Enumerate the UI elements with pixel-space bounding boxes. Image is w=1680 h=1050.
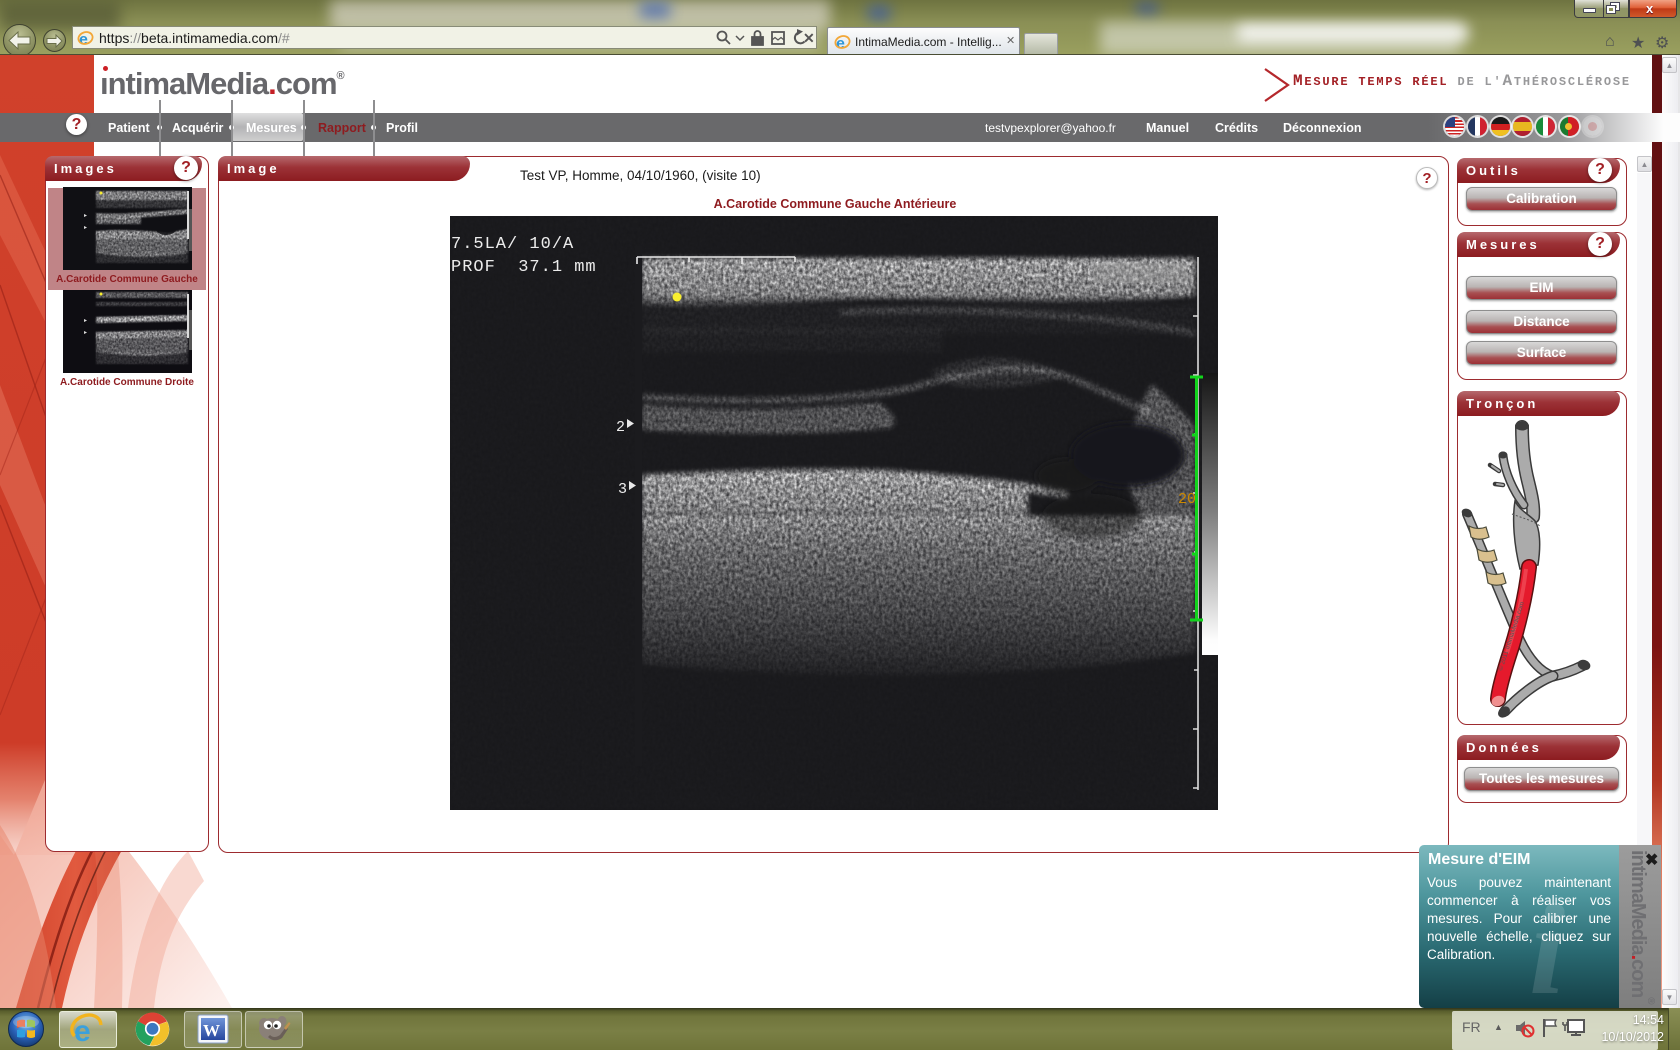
svg-text:20: 20 (1178, 491, 1196, 508)
svg-text:7.5LA/ 10/A: 7.5LA/ 10/A (451, 235, 574, 254)
svg-text:▸: ▸ (84, 330, 87, 336)
svg-text:PROF 37.1 mm: PROF 37.1 mm (451, 258, 597, 277)
svg-text:▸: ▸ (84, 225, 87, 231)
svg-text:▸: ▸ (84, 213, 87, 219)
svg-text:2: 2 (616, 419, 625, 436)
svg-text:▸: ▸ (84, 318, 87, 324)
svg-text:3: 3 (618, 481, 627, 498)
svg-text:W: W (203, 1021, 220, 1040)
